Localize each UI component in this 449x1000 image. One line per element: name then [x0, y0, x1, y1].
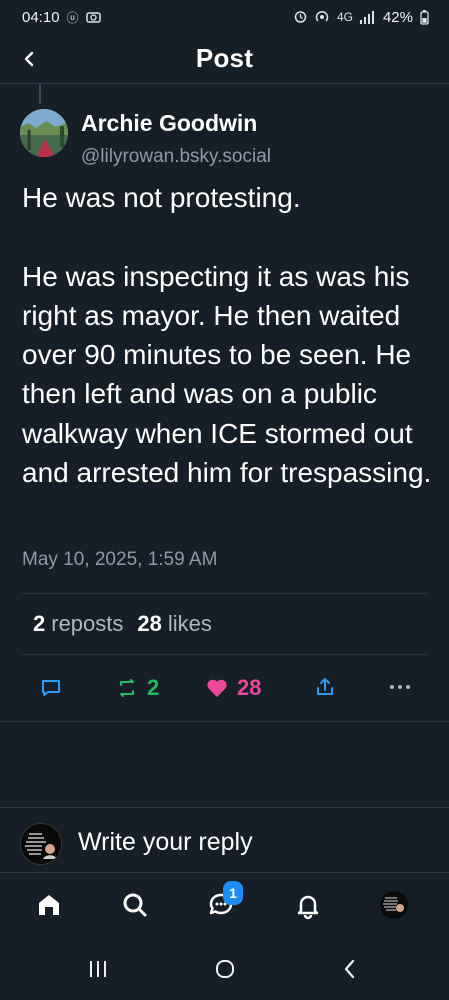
- more-icon: [390, 685, 410, 689]
- hotspot-icon: [315, 10, 329, 22]
- bell-icon: [297, 895, 319, 920]
- post-end-divider: [0, 721, 449, 722]
- search-tab[interactable]: [117, 887, 153, 923]
- status-bar: 04:10 ⓤ 4G 42%: [0, 0, 449, 34]
- post-timestamp: May 10, 2025, 1:59 AM: [22, 549, 218, 570]
- alarm-icon: [294, 11, 307, 23]
- author-name[interactable]: Archie Goodwin: [81, 110, 257, 137]
- reply-composer[interactable]: Write your reply: [0, 808, 449, 872]
- thread-line: [39, 84, 41, 104]
- home-tab[interactable]: [31, 887, 67, 923]
- screenshot-icon: [85, 11, 101, 23]
- share-icon: [317, 678, 333, 695]
- landscape-photo: [20, 109, 68, 157]
- post-text: He was not protesting. He was inspecting…: [22, 182, 432, 489]
- carrier-icon: ⓤ: [66, 10, 79, 25]
- more-action[interactable]: [388, 678, 412, 696]
- back-chevron-icon: [344, 959, 355, 979]
- battery-percent: 42%: [382, 8, 413, 26]
- bottom-navigation: [0, 872, 449, 936]
- stats-top-divider: [22, 593, 428, 594]
- likes-stat[interactable]: 28 likes: [137, 611, 212, 637]
- back-button[interactable]: [14, 44, 44, 74]
- reply-input[interactable]: Write your reply: [78, 828, 253, 857]
- battery-icon: [420, 9, 429, 25]
- profile-tab[interactable]: [376, 887, 412, 923]
- status-left: 04:10 ⓤ: [22, 9, 101, 26]
- signal-icon: [359, 10, 374, 24]
- repost-action[interactable]: 2: [115, 675, 159, 701]
- share-action[interactable]: [313, 675, 337, 699]
- profile-avatar: [380, 891, 408, 919]
- notifications-tab[interactable]: [290, 887, 326, 923]
- repost-icon: [120, 679, 134, 697]
- engagement-stats: 2 reposts 28 likes: [33, 611, 212, 637]
- chevron-left-icon: [24, 51, 34, 67]
- home-system-button[interactable]: [211, 955, 239, 983]
- author-handle[interactable]: @lilyrowan.bsky.social: [81, 146, 271, 168]
- stats-bottom-divider: [22, 654, 428, 655]
- recent-apps-button[interactable]: [84, 955, 112, 983]
- 4g-icon: 4G: [336, 10, 353, 24]
- page-title: Post: [195, 43, 254, 73]
- like-count: 28: [237, 675, 262, 700]
- post-actions: 2 28: [0, 672, 449, 706]
- home-icon: [39, 895, 59, 915]
- status-time: 04:10: [22, 8, 60, 26]
- comment-icon: [42, 680, 60, 696]
- reply-user-avatar: [20, 823, 62, 865]
- post-header: Post: [0, 34, 449, 84]
- search-icon: [123, 893, 147, 917]
- reply-action[interactable]: [39, 676, 63, 700]
- heart-icon: [207, 679, 227, 697]
- home-circle-icon: [216, 960, 234, 978]
- like-action[interactable]: 28: [205, 675, 261, 701]
- repost-count: 2: [147, 675, 160, 700]
- chat-badge: 1: [223, 881, 243, 905]
- status-right: 4G 42%: [294, 9, 429, 26]
- author-avatar[interactable]: [20, 109, 68, 157]
- reposts-stat[interactable]: 2 reposts: [33, 611, 123, 637]
- android-system-navigation: [0, 936, 449, 1000]
- recent-apps-icon: [90, 961, 106, 977]
- back-system-button[interactable]: [336, 955, 364, 983]
